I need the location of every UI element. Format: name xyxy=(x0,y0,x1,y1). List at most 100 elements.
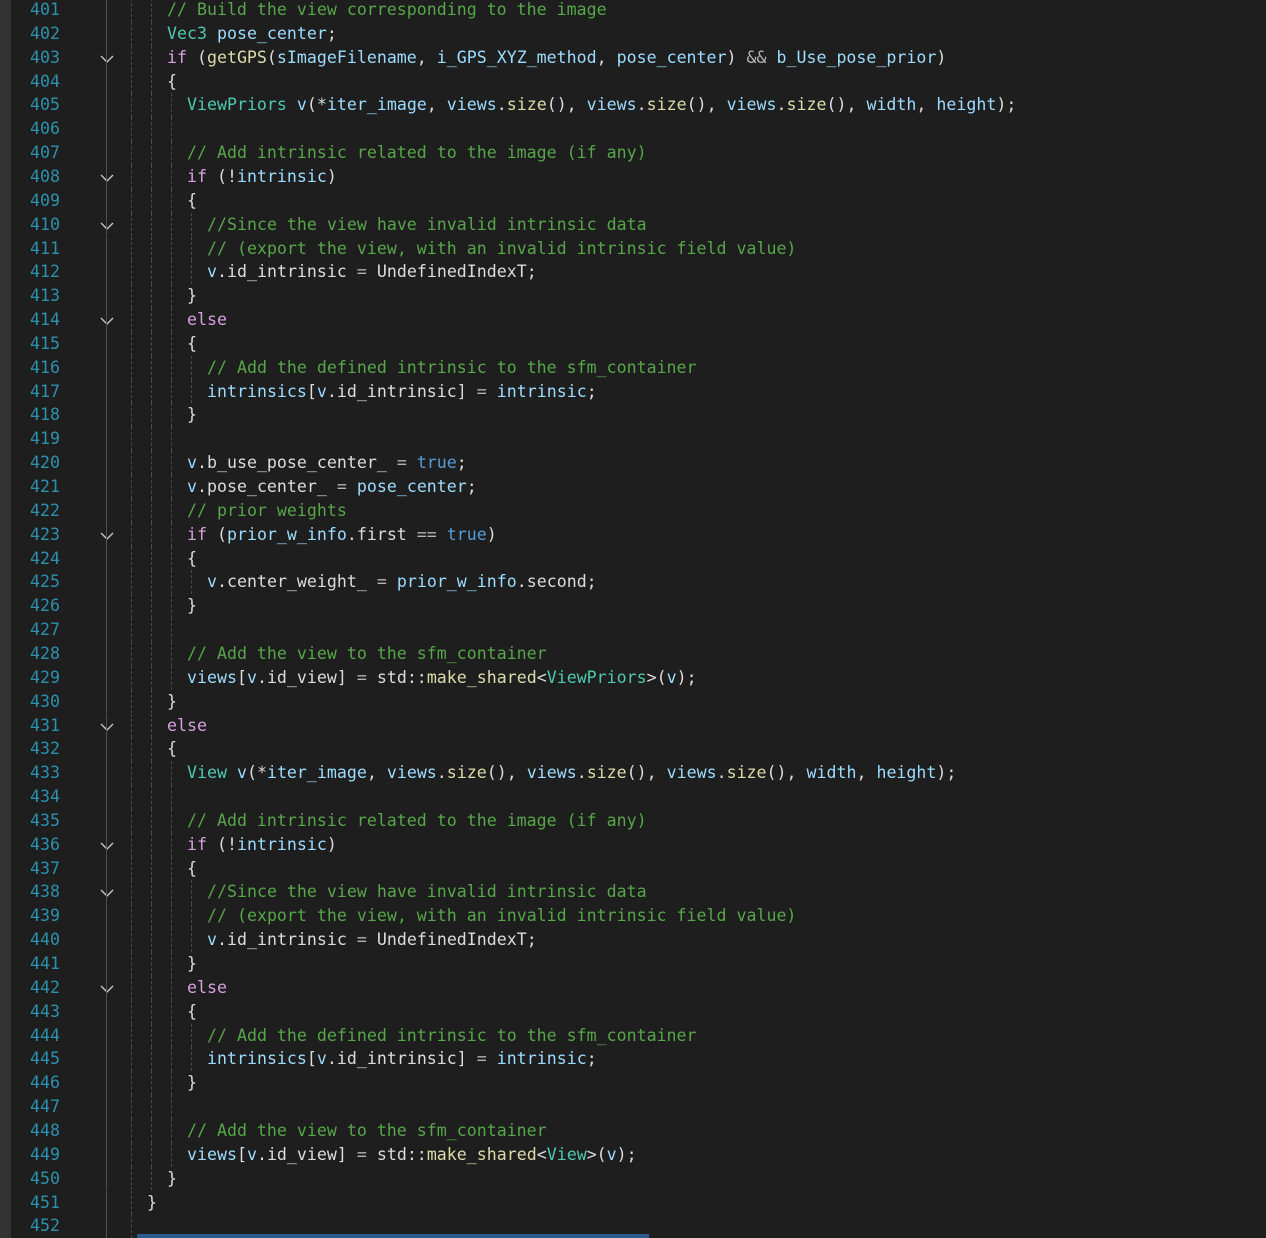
horizontal-scrollbar-thumb[interactable] xyxy=(137,1234,649,1238)
chevron-down-icon[interactable] xyxy=(99,880,115,904)
code-text[interactable]: } xyxy=(187,1071,197,1095)
code-line[interactable]: 433 View v(*iter_image, views.size(), vie… xyxy=(0,761,1266,786)
code-line[interactable]: 435 // Add intrinsic related to the image… xyxy=(0,808,1266,833)
chevron-down-icon[interactable] xyxy=(99,308,115,332)
code-text[interactable]: { xyxy=(167,70,177,94)
code-line[interactable]: 438 //Since the view have invalid intrins… xyxy=(0,880,1266,905)
chevron-down-icon[interactable] xyxy=(99,523,115,547)
code-text[interactable]: } xyxy=(187,952,197,976)
code-line[interactable]: 431 else xyxy=(0,713,1266,738)
code-line[interactable]: 442 else xyxy=(0,975,1266,1000)
code-text[interactable]: v.center_weight_ = prior_w_info.second; xyxy=(207,570,597,594)
code-line[interactable]: 450} xyxy=(0,1166,1266,1191)
code-line[interactable]: 421 v.pose_center_ = pose_center; xyxy=(0,475,1266,499)
code-text[interactable]: { xyxy=(187,547,197,571)
code-line[interactable]: 437 { xyxy=(0,856,1266,881)
chevron-down-icon[interactable] xyxy=(99,213,115,237)
code-text[interactable]: } xyxy=(187,284,197,308)
code-line[interactable]: 451} xyxy=(0,1190,1266,1215)
code-line[interactable]: 419 xyxy=(0,427,1266,452)
code-text[interactable]: // Add the view to the sfm_container xyxy=(187,1119,547,1143)
code-text[interactable]: // Add the defined intrinsic to the sfm_… xyxy=(207,356,697,380)
code-line[interactable]: 425 v.center_weight_ = prior_w_info.secon… xyxy=(0,570,1266,595)
code-line[interactable]: 420 v.b_use_pose_center_ = true; xyxy=(0,451,1266,475)
code-line[interactable]: 443 { xyxy=(0,999,1266,1024)
code-text[interactable]: views[v.id_view] = std::make_shared<View… xyxy=(187,666,697,690)
code-text[interactable]: { xyxy=(187,857,197,881)
chevron-down-icon[interactable] xyxy=(99,165,115,189)
code-line[interactable]: 411 // (export the view, with an invalid … xyxy=(0,236,1266,261)
code-text[interactable]: else xyxy=(167,714,207,738)
chevron-down-icon[interactable] xyxy=(99,46,115,70)
code-text[interactable]: // prior weights xyxy=(187,499,347,523)
code-line[interactable]: 439 // (export the view, with an invalid … xyxy=(0,904,1266,929)
chevron-down-icon[interactable] xyxy=(99,833,115,857)
code-line[interactable]: 418} xyxy=(0,403,1266,428)
code-line[interactable]: 424 { xyxy=(0,546,1266,571)
code-text[interactable]: } xyxy=(187,594,197,618)
code-line[interactable]: 417 intrinsics[v.id_intrinsic] = intrinsi… xyxy=(0,379,1266,404)
code-line[interactable]: 448 // Add the view to the sfm_container xyxy=(0,1118,1266,1143)
code-text[interactable]: View v(*iter_image, views.size(), views.… xyxy=(187,761,956,785)
code-text[interactable]: { xyxy=(187,1000,197,1024)
code-text[interactable]: } xyxy=(167,1167,177,1191)
code-text[interactable]: } xyxy=(147,1191,157,1215)
code-line[interactable]: 407 // Add intrinsic related to the image… xyxy=(0,141,1266,165)
code-text[interactable]: // Add intrinsic related to the image (i… xyxy=(187,809,647,833)
code-line[interactable]: 404 { xyxy=(0,69,1266,94)
code-line[interactable]: 423 if (prior_w_info.first == true) xyxy=(0,522,1266,547)
code-text[interactable]: // Add the defined intrinsic to the sfm_… xyxy=(207,1024,697,1048)
code-text[interactable]: else xyxy=(187,308,227,332)
code-line[interactable]: 416 // Add the defined intrinsic to the s… xyxy=(0,355,1266,380)
code-text[interactable]: } xyxy=(187,403,197,427)
code-line[interactable]: 413} xyxy=(0,284,1266,309)
code-line[interactable]: 434 xyxy=(0,785,1266,809)
code-text[interactable]: // Add intrinsic related to the image (i… xyxy=(187,141,647,165)
code-text[interactable]: v.id_intrinsic = UndefinedIndexT; xyxy=(207,260,537,284)
code-text[interactable]: // Build the view corresponding to the i… xyxy=(167,0,607,22)
code-line[interactable]: 440 v.id_intrinsic = UndefinedIndexT; xyxy=(0,928,1266,952)
code-text[interactable]: v.b_use_pose_center_ = true; xyxy=(187,451,467,475)
code-text[interactable]: intrinsics[v.id_intrinsic] = intrinsic; xyxy=(207,1047,597,1071)
code-line[interactable]: 446} xyxy=(0,1071,1266,1096)
code-line[interactable]: 436 if (!intrinsic) xyxy=(0,832,1266,857)
code-text[interactable]: { xyxy=(167,737,177,761)
code-line[interactable]: 429 views[v.id_view] = std::make_shared<V… xyxy=(0,665,1266,690)
code-line[interactable]: 408 if (!intrinsic) xyxy=(0,164,1266,189)
code-line[interactable]: 422 // prior weights xyxy=(0,498,1266,523)
code-line[interactable]: 414 else xyxy=(0,308,1266,332)
code-text[interactable]: //Since the view have invalid intrinsic … xyxy=(207,880,647,904)
code-text[interactable]: if (!intrinsic) xyxy=(187,833,337,857)
code-line[interactable]: 449 views[v.id_view] = std::make_shared<V… xyxy=(0,1142,1266,1167)
code-text[interactable]: ViewPriors v(*iter_image, views.size(), … xyxy=(187,93,1016,117)
code-line[interactable]: 401 // Build the view corresponding to th… xyxy=(0,0,1266,22)
code-text[interactable]: else xyxy=(187,976,227,1000)
code-line[interactable]: 415 { xyxy=(0,331,1266,356)
code-line[interactable]: 444 // Add the defined intrinsic to the s… xyxy=(0,1023,1266,1048)
chevron-down-icon[interactable] xyxy=(99,976,115,1000)
code-line[interactable]: 445 intrinsics[v.id_intrinsic] = intrinsi… xyxy=(0,1047,1266,1072)
code-line[interactable]: 427 xyxy=(0,618,1266,642)
code-line[interactable]: 441} xyxy=(0,952,1266,976)
code-text[interactable]: // (export the view, with an invalid int… xyxy=(207,237,796,261)
code-line[interactable]: 412 v.id_intrinsic = UndefinedIndexT; xyxy=(0,260,1266,285)
code-text[interactable]: if (!intrinsic) xyxy=(187,165,337,189)
code-text[interactable]: if (prior_w_info.first == true) xyxy=(187,523,497,547)
code-text[interactable]: // Add the view to the sfm_container xyxy=(187,642,547,666)
code-line[interactable]: 409 { xyxy=(0,188,1266,213)
code-line[interactable]: 430} xyxy=(0,689,1266,714)
code-line[interactable]: 410 //Since the view have invalid intrins… xyxy=(0,212,1266,237)
code-line[interactable]: 405 ViewPriors v(*iter_image, views.size(… xyxy=(0,93,1266,118)
code-line[interactable]: 403 if (getGPS(sImageFilename, i_GPS_XYZ_… xyxy=(0,45,1266,70)
code-text[interactable]: Vec3 pose_center; xyxy=(167,22,337,46)
code-text[interactable]: v.id_intrinsic = UndefinedIndexT; xyxy=(207,928,537,952)
code-line[interactable]: 426} xyxy=(0,594,1266,619)
code-text[interactable]: v.pose_center_ = pose_center; xyxy=(187,475,477,499)
code-text[interactable]: if (getGPS(sImageFilename, i_GPS_XYZ_met… xyxy=(167,46,946,70)
code-text[interactable]: } xyxy=(167,690,177,714)
code-text[interactable]: { xyxy=(187,189,197,213)
code-text[interactable]: { xyxy=(187,332,197,356)
code-line[interactable]: 432 { xyxy=(0,737,1266,762)
code-line[interactable]: 402 Vec3 pose_center; xyxy=(0,21,1266,46)
code-editor[interactable]: 401 // Build the view corresponding to th… xyxy=(0,0,1266,1238)
